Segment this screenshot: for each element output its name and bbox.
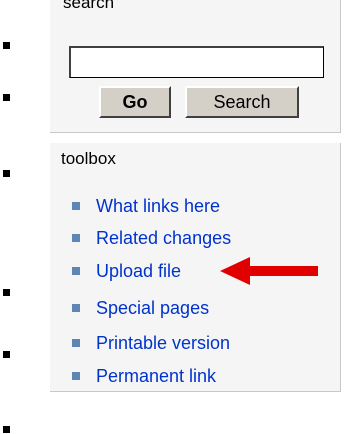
toolbox-item-what-links-here: What links here: [72, 194, 220, 218]
related-changes-link[interactable]: Related changes: [96, 228, 231, 249]
upload-file-link[interactable]: Upload file: [96, 261, 181, 282]
special-pages-link[interactable]: Special pages: [96, 298, 209, 319]
search-portlet-title: search: [63, 0, 115, 12]
arrow-shape: [220, 257, 318, 285]
bullet-icon: [72, 372, 80, 380]
bullet-icon: [72, 234, 80, 242]
permanent-link-link[interactable]: Permanent link: [96, 366, 216, 387]
bullet-icon: [72, 339, 80, 347]
outer-bullet: [3, 426, 10, 433]
sidebar-screenshot: search Go Search toolbox What links here…: [0, 0, 355, 434]
outer-bullet: [3, 351, 10, 358]
bullet-icon: [72, 267, 80, 275]
bullet-icon: [72, 202, 80, 210]
printable-version-link[interactable]: Printable version: [96, 333, 230, 354]
outer-bullet: [3, 94, 10, 101]
outer-bullet: [3, 170, 10, 177]
what-links-here-link[interactable]: What links here: [96, 196, 220, 217]
toolbox-item-special-pages: Special pages: [72, 296, 209, 320]
toolbox-item-upload-file: Upload file: [72, 259, 181, 283]
outer-bullet: [3, 42, 10, 49]
search-portlet: search Go Search: [50, 0, 341, 133]
search-button[interactable]: Search: [185, 86, 299, 118]
toolbox-item-printable-version: Printable version: [72, 331, 230, 355]
red-arrow-icon: [220, 257, 318, 285]
bullet-icon: [72, 304, 80, 312]
toolbox-item-related-changes: Related changes: [72, 226, 231, 250]
toolbox-portlet-title: toolbox: [61, 149, 116, 168]
go-button[interactable]: Go: [99, 86, 171, 118]
toolbox-item-permanent-link: Permanent link: [72, 364, 216, 388]
outer-bullet: [3, 289, 10, 296]
search-input[interactable]: [69, 46, 324, 78]
